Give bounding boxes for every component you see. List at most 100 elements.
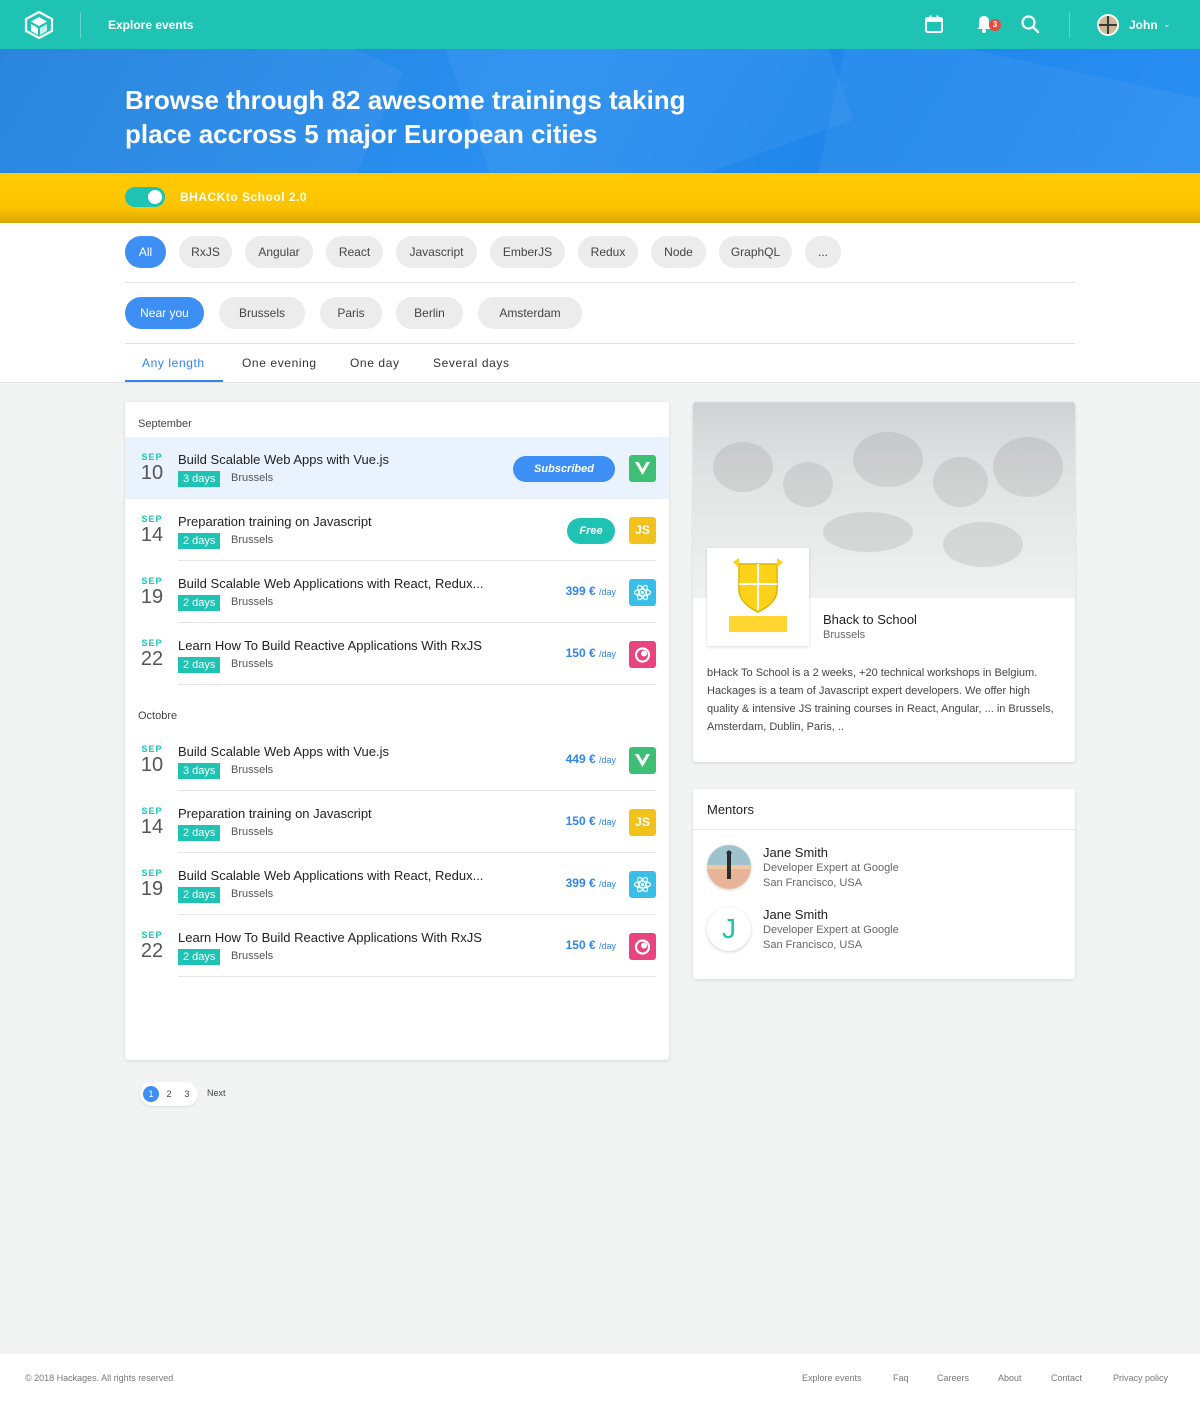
filter-city-near-you[interactable]: Near you	[125, 297, 204, 329]
filter-city-berlin[interactable]: Berlin	[396, 297, 463, 329]
event-length-badge: 2 days	[178, 825, 221, 841]
mentor-name[interactable]: Jane Smith	[763, 845, 828, 860]
event-city: Brussels	[231, 472, 274, 484]
event-day: 19	[140, 586, 164, 608]
event-title[interactable]: Build Scalable Web Applications with Rea…	[178, 576, 483, 591]
event-row[interactable]: SEP 19 Build Scalable Web Applications w…	[125, 561, 669, 623]
filter-tech-node[interactable]: Node	[651, 236, 706, 268]
month-heading: Octobre	[138, 710, 178, 722]
filter-tech-react[interactable]: React	[326, 236, 383, 268]
filter-tech-rxjs[interactable]: RxJS	[179, 236, 232, 268]
next-page-button[interactable]: Next	[207, 1088, 226, 1098]
event-city: Brussels	[231, 658, 274, 670]
filter-tech-emberjs[interactable]: EmberJS	[490, 236, 565, 268]
event-city: Brussels	[231, 596, 274, 608]
rxjs-icon	[629, 933, 656, 960]
footer-link-contact[interactable]: Contact	[1051, 1373, 1082, 1383]
footer-link-privacy-policy[interactable]: Privacy policy	[1113, 1373, 1168, 1383]
copyright: © 2018 Hackages. All rights reserved	[25, 1373, 174, 1383]
mentor-item[interactable]: Jane Smith Developer Expert at Google Sa…	[707, 841, 1067, 891]
pagination-pages: 1 2 3	[140, 1082, 198, 1106]
event-month: SEP	[141, 806, 163, 816]
footer-link-faq[interactable]: Faq	[893, 1373, 909, 1383]
event-row[interactable]: SEP 14 Preparation training on Javascrip…	[125, 791, 669, 853]
mentor-location: San Francisco, USA	[763, 877, 863, 889]
event-title[interactable]: Preparation training on Javascript	[178, 514, 372, 529]
chevron-down-icon[interactable]: ⌄	[1163, 19, 1171, 30]
mentor-avatar: J	[707, 907, 751, 951]
event-row[interactable]: SEP 10 Build Scalable Web Apps with Vue.…	[125, 729, 669, 791]
page-3-button[interactable]: 3	[179, 1086, 195, 1102]
vue-icon	[629, 747, 656, 774]
rxjs-icon	[629, 641, 656, 668]
calendar-icon[interactable]	[923, 13, 945, 35]
hero-banner: Browse through 82 awesome trainings taki…	[0, 49, 1200, 173]
event-title[interactable]: Build Scalable Web Apps with Vue.js	[178, 744, 389, 759]
subscribed-button[interactable]: Subscribed	[513, 456, 615, 482]
divider	[693, 829, 1075, 830]
divider	[125, 282, 1075, 283]
filter-city-paris[interactable]: Paris	[320, 297, 382, 329]
filter-tech-angular[interactable]: Angular	[245, 236, 313, 268]
mentor-item[interactable]: J Jane Smith Developer Expert at Google …	[707, 903, 1067, 953]
notification-count-badge: 3	[989, 19, 1001, 31]
filter-tech-javascript[interactable]: Javascript	[396, 236, 477, 268]
filter-tech-all[interactable]: All	[125, 236, 166, 268]
event-row[interactable]: SEP 10 Build Scalable Web Apps with Vue.…	[125, 437, 669, 499]
event-description: bHack To School is a 2 weeks, +20 techni…	[707, 667, 1054, 733]
filter-tech-graphql[interactable]: GraphQL	[719, 236, 792, 268]
nav-explore-events[interactable]: Explore events	[108, 18, 193, 32]
event-title[interactable]: Preparation training on Javascript	[178, 806, 372, 821]
footer: © 2018 Hackages. All rights reserved Exp…	[0, 1354, 1200, 1404]
tab-one-evening[interactable]: One evening	[242, 356, 317, 370]
event-price: 399 € /day	[565, 584, 616, 598]
user-avatar[interactable]	[1097, 14, 1119, 36]
event-row[interactable]: SEP 22 Learn How To Build Reactive Appli…	[125, 623, 669, 685]
page-1-button[interactable]: 1	[143, 1086, 159, 1102]
filter-city-brussels[interactable]: Brussels	[219, 297, 305, 329]
event-toggle-label: BHACKto School 2.0	[180, 190, 308, 204]
event-month: SEP	[141, 514, 163, 524]
mentor-role: Developer Expert at Google	[763, 924, 899, 936]
footer-link-about[interactable]: About	[998, 1373, 1022, 1383]
free-badge[interactable]: Free	[567, 518, 615, 544]
footer-link-careers[interactable]: Careers	[937, 1373, 969, 1383]
mentor-name[interactable]: Jane Smith	[763, 907, 828, 922]
event-month: SEP	[141, 452, 163, 462]
event-month: SEP	[141, 576, 163, 586]
page-2-button[interactable]: 2	[161, 1086, 177, 1102]
top-bar: Explore events 3 John ⌄	[0, 0, 1200, 49]
event-toggle-switch[interactable]	[125, 187, 165, 207]
user-name[interactable]: John	[1129, 18, 1158, 32]
event-length-badge: 2 days	[178, 949, 221, 965]
event-month: SEP	[141, 638, 163, 648]
hackages-logo-icon[interactable]	[24, 11, 54, 39]
tab-several-days[interactable]: Several days	[433, 356, 510, 370]
event-row[interactable]: SEP 19 Build Scalable Web Applications w…	[125, 853, 669, 915]
event-length-badge: 2 days	[178, 657, 221, 673]
event-title[interactable]: Learn How To Build Reactive Applications…	[178, 638, 482, 653]
tab-any-length[interactable]: Any length	[142, 356, 205, 370]
event-title[interactable]: Build Scalable Web Apps with Vue.js	[178, 452, 389, 467]
event-title[interactable]: Build Scalable Web Applications with Rea…	[178, 868, 483, 883]
event-city: Brussels	[231, 826, 274, 838]
event-title[interactable]: Learn How To Build Reactive Applications…	[178, 930, 482, 945]
filter-city-amsterdam[interactable]: Amsterdam	[478, 297, 582, 329]
event-day: 14	[140, 816, 164, 838]
event-length-badge: 3 days	[178, 471, 221, 487]
event-row[interactable]: SEP 22 Learn How To Build Reactive Appli…	[125, 915, 669, 977]
filter-tech-more[interactable]: ...	[805, 236, 841, 268]
filter-tech-redux[interactable]: Redux	[578, 236, 638, 268]
react-icon	[629, 871, 656, 898]
event-price: 150 € /day	[565, 646, 616, 660]
mentors-title: Mentors	[707, 802, 754, 817]
tab-one-day[interactable]: One day	[350, 356, 400, 370]
event-row[interactable]: SEP 14 Preparation training on Javascrip…	[125, 499, 669, 561]
event-price: 150 € /day	[565, 938, 616, 952]
event-day: 19	[140, 878, 164, 900]
event-month: SEP	[141, 868, 163, 878]
event-length-badge: 2 days	[178, 595, 221, 611]
search-icon[interactable]	[1019, 13, 1041, 35]
event-city: Brussels	[823, 629, 866, 641]
footer-link-explore-events[interactable]: Explore events	[802, 1373, 862, 1383]
